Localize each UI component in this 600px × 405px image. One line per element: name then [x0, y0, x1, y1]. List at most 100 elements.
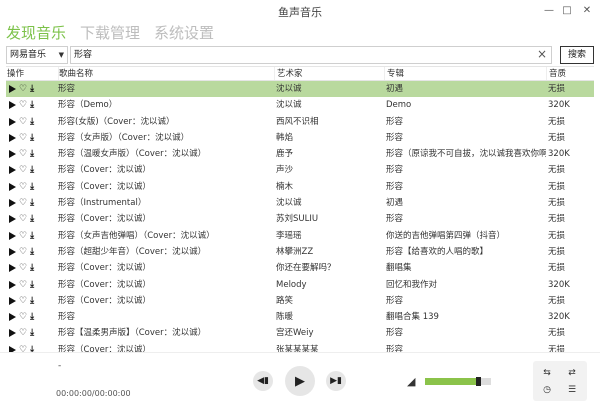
heart-icon[interactable]: ♡ [19, 146, 27, 162]
download-icon[interactable]: ⤓ [30, 195, 34, 211]
heart-icon[interactable]: ♡ [19, 162, 27, 178]
download-icon[interactable]: ⤓ [30, 342, 34, 352]
song-album: 形容 [386, 344, 404, 352]
repeat-icon[interactable]: ⇆ [540, 366, 554, 380]
row-actions: ♡ ⤓ [6, 293, 58, 309]
table-row[interactable]: ♡ ⤓ 形容（女声吉他弹唱）（Cover：沈以诚） 李瑶瑶 你送的吉他弹唱第四弹（抖音）… [6, 228, 594, 244]
heart-icon[interactable]: ♡ [19, 342, 27, 352]
table-row[interactable]: ♡ ⤓ 形容（温暖女声版）（Cover：沈以诚） 鹿予 形容（原谅我不可自拔，沈以诚我喜… [6, 146, 594, 162]
download-icon[interactable]: ⤓ [30, 162, 34, 178]
header-quality[interactable]: 音质 [546, 67, 594, 80]
row-actions: ♡ ⤓ [6, 277, 58, 293]
close-icon[interactable]: ✕ [578, 2, 596, 18]
minimize-icon[interactable]: — [540, 2, 558, 18]
play-icon[interactable] [9, 215, 16, 224]
play-icon[interactable] [9, 182, 16, 191]
download-icon[interactable]: ⤓ [30, 325, 34, 341]
download-icon[interactable]: ⤓ [30, 309, 34, 325]
download-icon[interactable]: ⤓ [30, 130, 34, 146]
table-row[interactable]: ♡ ⤓ 形容(女版)（Cover：沈以诚） 西风不识相 形容 无损 [6, 114, 594, 130]
table-row[interactable]: ♡ ⤓ 形容（Cover：沈以诚） 楠木 形容 无损 [6, 179, 594, 195]
heart-icon[interactable]: ♡ [19, 97, 27, 113]
play-icon[interactable] [9, 296, 16, 305]
search-input[interactable]: 形容 × [70, 46, 552, 64]
heart-icon[interactable]: ♡ [19, 179, 27, 195]
tab-system-settings[interactable]: 系统设置 [154, 22, 214, 44]
table-row[interactable]: ♡ ⤓ 形容（Cover：沈以诚） 张某某某某 形容 无损 [6, 342, 594, 352]
table-row[interactable]: ♡ ⤓ 形容（女声版）（Cover：沈以诚） 韩焰 形容 无损 [6, 130, 594, 146]
volume-knob[interactable] [475, 377, 481, 386]
heart-icon[interactable]: ♡ [19, 114, 27, 130]
play-icon[interactable] [9, 85, 16, 93]
skip-next-icon[interactable]: ▶▮ [326, 371, 346, 391]
table-row[interactable]: ♡ ⤓ 形容（Demo） 沈以诚 Demo 320K [6, 97, 594, 113]
download-icon[interactable]: ⤓ [30, 114, 34, 130]
play-icon[interactable] [9, 264, 16, 273]
table-row[interactable]: ♡ ⤓ 形容（超甜少年音）（Cover：沈以诚） 林攀洲ZZ 形容【给喜欢的人唱的歌】无… [6, 244, 594, 260]
play-icon[interactable] [9, 166, 16, 175]
heart-icon[interactable]: ♡ [19, 130, 27, 146]
play-icon[interactable] [9, 329, 16, 338]
play-icon[interactable] [9, 280, 16, 289]
download-icon[interactable]: ⤓ [30, 244, 34, 260]
search-input-value: 形容 [74, 50, 93, 60]
table-row[interactable]: ♡ ⤓ 形容（Instrumental） 沈以诚 初遇 无损 [6, 195, 594, 211]
table-row[interactable]: ♡ ⤓ 形容（Cover：沈以诚） 路笑 形容 无损 [6, 293, 594, 309]
play-icon[interactable] [9, 117, 16, 126]
heart-icon[interactable]: ♡ [19, 211, 27, 227]
download-icon[interactable]: ⤓ [30, 81, 34, 97]
tab-discover-music[interactable]: 发现音乐 [6, 22, 66, 44]
download-icon[interactable]: ⤓ [30, 228, 34, 244]
search-button[interactable]: 搜索 [560, 46, 594, 64]
download-icon[interactable]: ⤓ [30, 260, 34, 276]
heart-icon[interactable]: ♡ [19, 277, 27, 293]
clear-icon[interactable]: × [537, 47, 547, 62]
table-row[interactable]: ♡ ⤓ 形容 陈暖 翻唱合集 139 320K [6, 309, 594, 325]
header-artist[interactable]: 艺术家 [274, 67, 384, 80]
player-bar: - 00:00:00/00:00:00 ◀▮ ▶ ▶▮ ◢ ⇆ ⇄ ◷ ☰ [0, 352, 600, 405]
heart-icon[interactable]: ♡ [19, 195, 27, 211]
play-icon[interactable] [9, 101, 16, 110]
download-icon[interactable]: ⤓ [30, 211, 34, 227]
maximize-icon[interactable]: □ [558, 2, 576, 18]
heart-icon[interactable]: ♡ [19, 325, 27, 341]
header-album[interactable]: 专辑 [384, 67, 546, 80]
heart-icon[interactable]: ♡ [19, 81, 27, 97]
song-quality: 无损 [548, 328, 566, 339]
heart-icon[interactable]: ♡ [19, 228, 27, 244]
play-icon[interactable] [9, 133, 16, 142]
download-icon[interactable]: ⤓ [30, 293, 34, 309]
row-actions: ♡ ⤓ [6, 179, 58, 195]
table-row[interactable]: ♡ ⤓ 形容（Cover：沈以诚） 苏刘SULIU 形容 无损 [6, 211, 594, 227]
skip-previous-icon[interactable]: ◀▮ [253, 371, 273, 391]
play-icon[interactable] [9, 199, 16, 208]
source-select[interactable]: 网易音乐 ▼ [6, 46, 68, 64]
tool-panel: ⇆ ⇄ ◷ ☰ [533, 361, 587, 401]
play-icon[interactable] [9, 313, 16, 322]
row-action-icons: ♡ ⤓ [7, 244, 58, 260]
tab-download-manager[interactable]: 下载管理 [80, 22, 140, 44]
play-icon[interactable] [9, 231, 16, 240]
download-icon[interactable]: ⤓ [30, 97, 34, 113]
table-row[interactable]: ♡ ⤓ 形容（Cover：沈以诚） 你还在要解吗？ 翻唱集 无损 [6, 260, 594, 276]
shuffle-icon[interactable]: ⇄ [565, 366, 579, 380]
header-name[interactable]: 歌曲名称 [58, 67, 274, 80]
download-icon[interactable]: ⤓ [30, 277, 34, 293]
volume-icon[interactable]: ◢ [407, 375, 415, 388]
heart-icon[interactable]: ♡ [19, 309, 27, 325]
equalizer-icon[interactable]: ☰ [565, 383, 579, 397]
play-icon[interactable]: ▶ [285, 366, 315, 396]
alarm-icon[interactable]: ◷ [540, 383, 554, 397]
table-row[interactable]: ♡ ⤓ 形容【温柔男声版】（Cover：沈以诚） 宫还Weiy 形容 无损 [6, 325, 594, 341]
heart-icon[interactable]: ♡ [19, 244, 27, 260]
play-icon[interactable] [9, 150, 16, 159]
download-icon[interactable]: ⤓ [30, 146, 34, 162]
heart-icon[interactable]: ♡ [19, 293, 27, 309]
table-row[interactable]: ♡ ⤓ 形容（Cover：沈以诚） 声沙 形容 无损 [6, 162, 594, 178]
table-row[interactable]: ♡ ⤓ 形容 沈以诚 初遇 无损 [6, 81, 594, 98]
download-icon[interactable]: ⤓ [30, 179, 34, 195]
volume-slider[interactable] [425, 377, 491, 386]
heart-icon[interactable]: ♡ [19, 260, 27, 276]
table-row[interactable]: ♡ ⤓ 形容（Cover：沈以诚） Melody 回忆和我作对 320K [6, 277, 594, 293]
play-icon[interactable] [9, 247, 16, 256]
